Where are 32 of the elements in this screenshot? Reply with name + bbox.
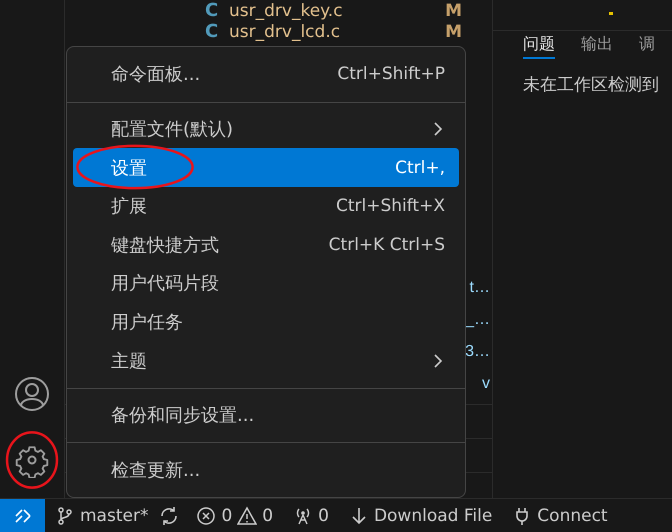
highlight-ellipse — [6, 430, 58, 490]
c-file-icon: C — [205, 21, 229, 42]
menu-item[interactable]: 扩展 Ctrl+Shift+X — [73, 186, 459, 226]
account-icon[interactable] — [14, 376, 50, 412]
file-name[interactable]: 3… — [465, 336, 490, 368]
menu-item[interactable]: 检查更新... — [73, 450, 459, 490]
menu-item[interactable]: 命令面板... Ctrl+Shift+P — [73, 55, 459, 94]
error-icon — [196, 506, 216, 526]
menu-item[interactable]: 配置文件(默认) — [73, 110, 459, 148]
menu-item[interactable]: 备份和同步设置... — [73, 396, 459, 434]
download-status[interactable]: Download File — [338, 499, 502, 532]
remote-button[interactable] — [0, 499, 45, 532]
panel-tab[interactable]: 问题 — [523, 33, 555, 59]
connect-status[interactable]: Connect — [502, 499, 618, 532]
warning-icon — [237, 506, 258, 526]
menu-item[interactable]: 键盘快捷方式 Ctrl+K Ctrl+S — [73, 225, 459, 264]
ports-status[interactable]: 0 — [283, 499, 339, 532]
panel-message: 未在工作区检测到 — [523, 74, 660, 96]
file-name[interactable]: usr_drv_key.c — [229, 0, 446, 20]
menu-item[interactable]: 用户代码片段 — [73, 264, 459, 303]
panel-tab[interactable]: 调 — [639, 33, 655, 59]
file-name[interactable]: v — [482, 368, 490, 400]
c-file-icon: C — [205, 0, 229, 21]
file-name[interactable]: t… — [470, 272, 490, 304]
panel-tab[interactable]: 输出 — [581, 33, 613, 59]
branch-status[interactable]: master* — [45, 499, 158, 532]
modified-label: M — [445, 0, 462, 20]
problems-status[interactable]: 0 0 — [186, 499, 284, 532]
menu-item[interactable]: 用户任务 — [73, 302, 459, 342]
file-name[interactable]: usr_drv_lcd.c — [229, 22, 446, 42]
menu-item[interactable]: 主题 — [73, 341, 459, 380]
modified-label: M — [445, 22, 462, 42]
